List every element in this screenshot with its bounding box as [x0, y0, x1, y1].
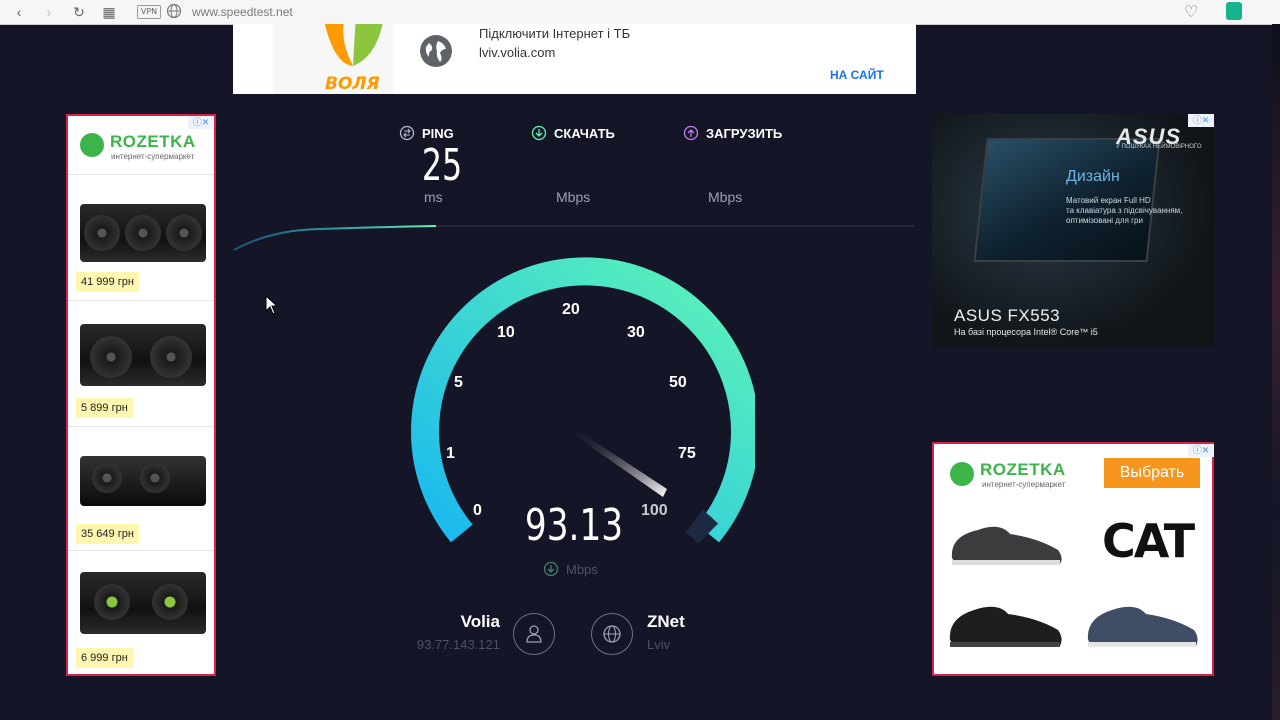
volia-logo-mark-icon [324, 24, 383, 66]
reload-icon[interactable]: ↻ [68, 0, 90, 24]
product-price: 6 999 грн [76, 648, 133, 668]
divider [68, 550, 214, 551]
divider [68, 426, 214, 427]
fan-icon [92, 463, 122, 493]
ping-value: 25 [421, 140, 463, 191]
volia-brand-text: ВОЛЯ [325, 74, 380, 94]
isp-ip: 93.77.143.121 [416, 637, 500, 652]
fan-icon [150, 336, 192, 378]
ad-close-icon[interactable]: ⓘ✕ [188, 116, 214, 129]
fan-icon [140, 463, 170, 493]
fan-icon [94, 584, 130, 620]
gauge-label-0: 0 [473, 502, 482, 519]
ping-unit: ms [424, 189, 443, 205]
server-location: Lviv [647, 637, 671, 652]
fan-icon [152, 584, 188, 620]
shoe-image [951, 526, 1062, 565]
extension-icon[interactable] [1226, 2, 1242, 20]
ad-close-icon[interactable]: ⓘ✕ [1188, 444, 1214, 457]
site-globe-icon [166, 3, 182, 19]
fan-icon [125, 215, 161, 251]
rozetka-logo-icon [950, 462, 974, 486]
product-price: 35 649 грн [76, 524, 139, 544]
product-price: 41 999 грн [76, 272, 139, 292]
upload-icon [683, 125, 699, 141]
gpu-image [80, 204, 206, 262]
rozetka-subtitle: интернет-супермаркет [111, 152, 195, 161]
globe-icon [603, 625, 621, 643]
product-item[interactable]: 41 999 грн [68, 176, 214, 300]
product-item[interactable]: 6 999 грн [68, 552, 214, 676]
gauge-label-50: 50 [669, 374, 687, 391]
speed-unit: Mbps [566, 562, 598, 577]
gpu-image [80, 572, 206, 634]
apps-grid-icon[interactable]: ▦ [98, 0, 120, 24]
isp-name: Volia [460, 612, 500, 631]
download-icon [543, 561, 559, 577]
ping-icon [399, 125, 415, 141]
globe-icon [420, 35, 452, 67]
user-account-button[interactable] [513, 613, 555, 655]
speed-value: 93.13 [524, 500, 624, 551]
browser-toolbar: ‹ › ↻ ▦ VPN www.speedtest.net ♡ [0, 0, 1280, 25]
screen-desc: та клавіатура з підсвічуванням, [1066, 206, 1183, 215]
model-name: ASUS FX553 [954, 306, 1061, 325]
ad-headline: Підключити Інтернет і ТБ [479, 26, 631, 41]
choose-button[interactable]: Выбрать [1104, 458, 1200, 488]
server-name[interactable]: ZNet [647, 612, 685, 632]
ping-label: PING [422, 126, 454, 141]
volia-logo: ВОЛЯ [273, 24, 393, 94]
product-item[interactable]: 35 649 грн [68, 428, 214, 552]
fan-icon [84, 215, 120, 251]
product-price: 5 899 грн [76, 398, 133, 418]
product-item[interactable]: 5 899 грн [68, 302, 214, 426]
forward-icon[interactable]: › [38, 0, 60, 24]
divider [68, 300, 214, 301]
user-icon [526, 625, 542, 643]
shoe-image [1087, 606, 1198, 647]
screen-desc: Матовий екран Full HD [1066, 196, 1151, 205]
shoe-image [949, 606, 1062, 647]
download-label: СКАЧАТЬ [554, 126, 615, 141]
gauge-label-1: 1 [446, 445, 455, 462]
gpu-image [80, 456, 206, 506]
upload-unit: Mbps [708, 189, 743, 205]
gauge-label-20: 20 [562, 301, 580, 318]
fan-icon [166, 215, 202, 251]
download-icon [531, 125, 547, 141]
ad-close-icon[interactable]: ⓘ✕ [1188, 114, 1214, 127]
fan-icon [90, 336, 132, 378]
left-rozetka-ad[interactable]: ⓘ✕ ROZETKA интернет-супермаркет 41 999 г… [66, 114, 216, 676]
back-icon[interactable]: ‹ [8, 0, 30, 24]
cat-logo: CAT [1102, 514, 1195, 568]
right-rozetka-ad[interactable]: ⓘ✕ ROZETKA интернет-супермаркет Выбрать … [932, 442, 1214, 676]
rozetka-brand: ROZETKA [980, 460, 1066, 479]
download-unit: Mbps [556, 189, 591, 205]
divider [68, 174, 214, 175]
ad-domain: lviv.volia.com [479, 45, 556, 60]
rozetka-subtitle: интернет-супермаркет [982, 480, 1066, 489]
asus-slogan: У ПОШУКАХ НЕЙМОВІРНОГО [1116, 144, 1202, 150]
gauge-label-75: 75 [678, 445, 696, 462]
gauge-label-10: 10 [497, 324, 515, 341]
gauge-label-30: 30 [627, 324, 645, 341]
rozetka-logo-icon [80, 133, 104, 157]
page-edge [1272, 24, 1280, 720]
screen-desc: оптимізовані для гри [1066, 216, 1143, 225]
upload-label: ЗАГРУЗИТЬ [706, 126, 783, 141]
address-bar[interactable]: www.speedtest.net [192, 0, 293, 24]
server-select-button[interactable] [591, 613, 633, 655]
bookmark-heart-icon[interactable]: ♡ [1184, 2, 1198, 22]
model-subtitle: На базі процесора Intel® Core™ i5 [954, 327, 1098, 337]
screen-title: Дизайн [1066, 168, 1120, 185]
speed-graph [233, 225, 914, 251]
gauge-label-5: 5 [454, 374, 463, 391]
gpu-image [80, 324, 206, 386]
rozetka-brand: ROZETKA [110, 132, 196, 151]
visit-site-button[interactable]: НА САЙТ [830, 68, 884, 82]
asus-ad[interactable]: ⓘ✕ ASUS У ПОШУКАХ НЕЙМОВІРНОГО Дизайн Ма… [932, 114, 1214, 348]
mouse-cursor-icon [265, 295, 279, 315]
top-banner-ad[interactable]: ВОЛЯ Підключити Інтернет і ТБ lviv.volia… [233, 24, 916, 94]
vpn-badge[interactable]: VPN [137, 5, 161, 19]
